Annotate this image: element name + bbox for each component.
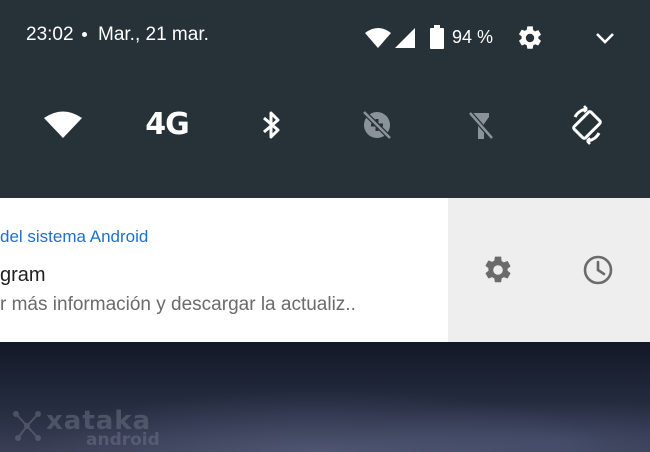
auto-rotate-icon bbox=[572, 105, 602, 145]
notification-app-name: del sistema Android bbox=[0, 227, 149, 246]
quick-settings-panel: 23:02 Mar., 21 mar. 94 % 4G bbox=[0, 0, 650, 198]
status-bar: 23:02 Mar., 21 mar. 94 % bbox=[0, 0, 650, 76]
tile-flashlight[interactable] bbox=[446, 90, 516, 160]
clock-time[interactable]: 23:02 bbox=[26, 24, 74, 46]
wifi-icon bbox=[365, 28, 391, 48]
watermark-logo: xataka android bbox=[10, 406, 170, 450]
notification-text: r más información y descargar la actuali… bbox=[0, 294, 356, 315]
tile-mobile-data[interactable]: 4G bbox=[132, 90, 202, 160]
tile-4g-label: 4G bbox=[145, 107, 190, 142]
notification-actions-panel bbox=[448, 198, 650, 342]
chevron-down-icon[interactable] bbox=[594, 30, 616, 46]
tile-auto-rotate[interactable] bbox=[552, 90, 622, 160]
bluetooth-icon bbox=[263, 111, 280, 139]
data-saver-off-icon bbox=[362, 110, 392, 140]
settings-gear-icon[interactable] bbox=[482, 254, 514, 286]
wifi-icon bbox=[44, 111, 82, 138]
tile-bluetooth[interactable] bbox=[236, 90, 306, 160]
separator-dot bbox=[82, 32, 87, 37]
notification-title: gram bbox=[0, 264, 46, 286]
settings-gear-icon[interactable] bbox=[516, 24, 544, 52]
date-label[interactable]: Mar., 21 mar. bbox=[98, 24, 209, 46]
cell-signal-icon bbox=[395, 28, 415, 48]
flashlight-off-icon bbox=[468, 111, 494, 140]
notification-card[interactable]: del sistema Android gram r más informaci… bbox=[0, 198, 448, 342]
watermark-network-icon bbox=[13, 411, 41, 441]
watermark-text-android: android bbox=[86, 430, 160, 450]
quick-settings-tiles: 4G bbox=[0, 90, 650, 160]
battery-percent: 94 % bbox=[452, 27, 494, 47]
snooze-clock-icon[interactable] bbox=[582, 254, 614, 286]
battery-icon bbox=[430, 25, 444, 49]
tile-wifi[interactable] bbox=[28, 90, 98, 160]
tile-data-saver[interactable] bbox=[342, 90, 412, 160]
